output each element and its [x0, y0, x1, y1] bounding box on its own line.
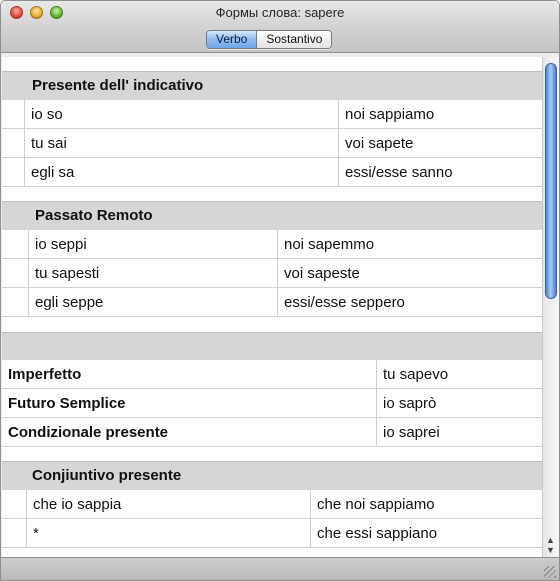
title-bar: Формы слова: sapere Verbo Sostantivo — [1, 1, 559, 53]
row-gutter — [2, 129, 24, 158]
table-row: che io sappia che noi sappiamo — [2, 490, 542, 519]
section-header — [2, 332, 542, 360]
table-cell: voi sapete — [338, 129, 542, 158]
scroll-down-icon[interactable]: ▼ — [546, 545, 555, 555]
table-cell: Imperfetto — [8, 366, 82, 383]
row-gutter — [2, 259, 28, 288]
section-title-congiuntivo: Conjiuntivo presente — [32, 467, 182, 484]
table-row: io so noi sappiamo — [2, 100, 542, 129]
bottom-bar — [1, 557, 559, 580]
table-cell: egli seppe — [28, 288, 277, 317]
table-cell: Condizionale presente — [8, 424, 169, 441]
mode-segmented-control: Verbo Sostantivo — [206, 30, 333, 49]
table-cell: voi sapeste — [277, 259, 542, 288]
table-cell: che noi sappiamo — [310, 490, 542, 519]
table-cell: io seppi — [28, 230, 277, 259]
tab-verbo[interactable]: Verbo — [207, 31, 257, 48]
row-gutter — [2, 100, 24, 129]
row-gutter — [2, 519, 26, 548]
table-cell: egli sa — [24, 158, 338, 187]
section-title-presente: Presente dell' indicativo — [32, 77, 204, 94]
table-cell: noi sappiamo — [338, 100, 542, 129]
table-cell: tu sapevo — [376, 360, 542, 389]
row-gutter — [2, 288, 28, 317]
table-cell: noi sapemmo — [277, 230, 542, 259]
table-cell: Futuro Semplice — [8, 395, 126, 412]
table-row: Imperfetto tu sapevo — [2, 360, 542, 389]
table-row: egli seppe essi/esse seppero — [2, 288, 542, 317]
table-cell: * — [26, 519, 310, 548]
row-gutter — [2, 230, 28, 259]
table-row: Futuro Semplice io saprò — [2, 389, 542, 418]
vertical-scrollbar[interactable]: ▲ ▼ — [542, 57, 559, 557]
scroll-up-icon[interactable]: ▲ — [546, 535, 555, 545]
table-cell: tu sapesti — [28, 259, 277, 288]
table-row: Condizionale presente io saprei — [2, 418, 542, 447]
table-row: * che essi sappiano — [2, 519, 542, 548]
table-cell: io saprò — [376, 389, 542, 418]
table-row: tu sai voi sapete — [2, 129, 542, 158]
conjugation-table: Presente dell' indicativo io so noi sapp… — [2, 57, 542, 557]
table-cell: tu sai — [24, 129, 338, 158]
tab-sostantivo[interactable]: Sostantivo — [256, 31, 332, 48]
resize-grip-icon[interactable] — [544, 566, 556, 578]
table-row: egli sa essi/esse sanno — [2, 158, 542, 187]
section-title-passato: Passato Remoto — [35, 207, 153, 224]
row-gutter — [2, 490, 26, 519]
table-cell: io so — [24, 100, 338, 129]
table-row: tu sapesti voi sapeste — [2, 259, 542, 288]
scrollbar-thumb[interactable] — [545, 63, 557, 299]
app-window: Формы слова: sapere Verbo Sostantivo Pre… — [0, 0, 560, 581]
table-cell: che io sappia — [26, 490, 310, 519]
table-cell: che essi sappiano — [310, 519, 542, 548]
window-title: Формы слова: sapere — [215, 5, 345, 20]
row-gutter — [2, 158, 24, 187]
table-cell: essi/esse seppero — [277, 288, 542, 317]
table-row: io seppi noi sapemmo — [2, 230, 542, 259]
table-cell: io saprei — [376, 418, 542, 447]
table-cell: essi/esse sanno — [338, 158, 542, 187]
